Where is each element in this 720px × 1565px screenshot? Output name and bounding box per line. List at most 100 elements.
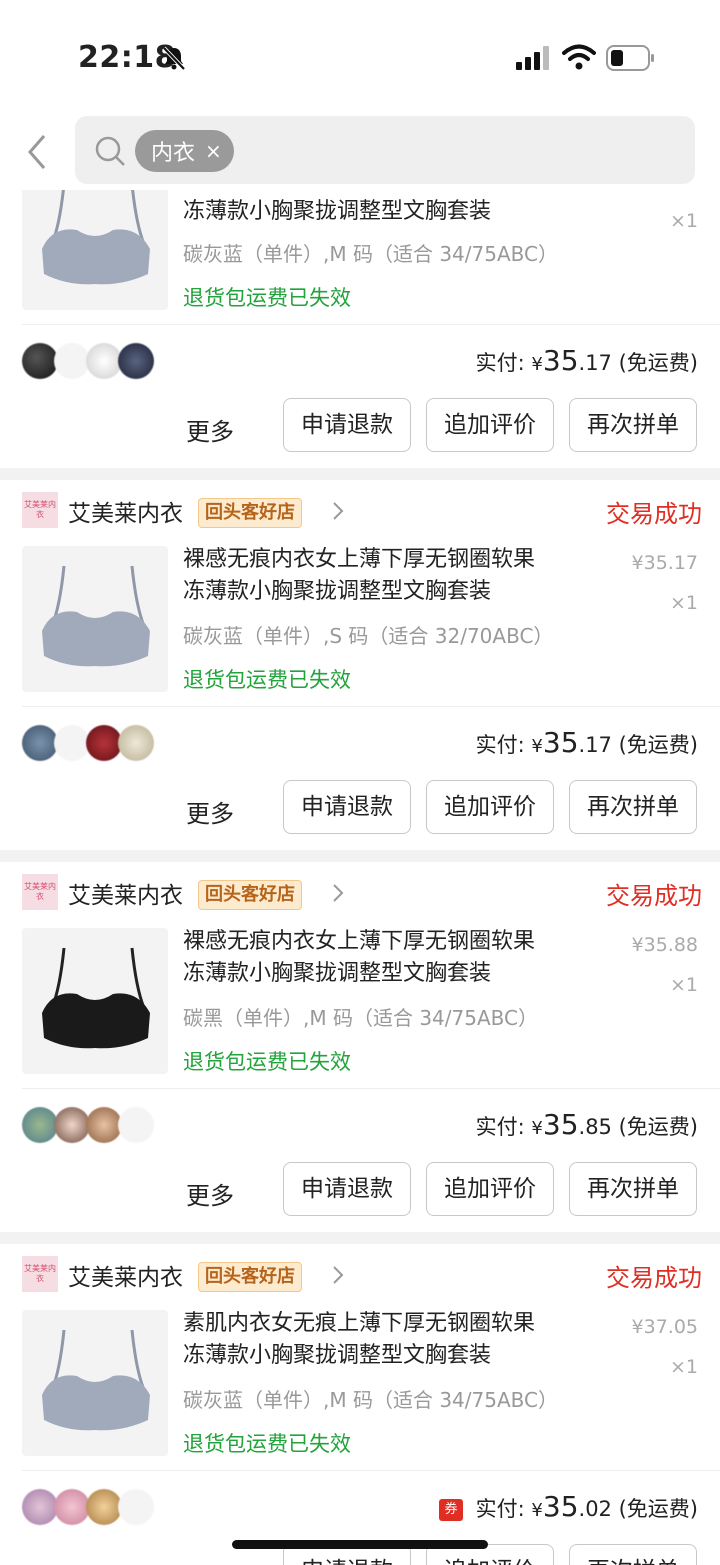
quantity: ×1 <box>669 974 698 996</box>
paid-amount: 券 实付: ¥35.02 (免运费) <box>438 1490 698 1523</box>
paid-label: 实付: <box>475 1497 525 1521</box>
search-icon <box>95 136 125 166</box>
back-arrow-icon[interactable] <box>22 132 52 172</box>
divider-line <box>22 1470 720 1471</box>
avatar <box>22 1107 58 1143</box>
search-input[interactable]: 内衣 × <box>75 116 695 184</box>
unit-price: ¥35.88 <box>631 934 698 956</box>
battery-icon <box>606 45 654 71</box>
product-thumbnail[interactable] <box>22 1310 168 1456</box>
shop-logo: 艾美莱内衣 <box>22 1256 58 1292</box>
avatar <box>86 725 122 761</box>
returning-customer-badge: 回头客好店 <box>198 498 302 528</box>
group-buyer-avatars <box>22 1107 162 1143</box>
bra-image <box>42 947 150 1049</box>
product-title-line1[interactable]: 裸感无痕内衣女上薄下厚无钢圈软果 <box>183 544 593 576</box>
order-card: 艾美莱内衣 艾美莱内衣 回头客好店 交易成功 裸感无痕内衣女上薄下厚无钢圈软果 … <box>0 862 720 1232</box>
avatar <box>54 343 90 379</box>
shop-name[interactable]: 艾美莱内衣 <box>68 494 183 528</box>
coupon-icon: 券 <box>438 1499 463 1521</box>
more-button[interactable]: 更多 <box>186 412 234 447</box>
product-title-line2[interactable]: 冻薄款小胸聚拢调整型文胸套装 <box>183 576 593 608</box>
paid-int: 35 <box>542 344 579 377</box>
avatar <box>86 1489 122 1525</box>
shop-name[interactable]: 艾美莱内衣 <box>68 1258 183 1292</box>
bra-image <box>42 565 150 667</box>
product-sku: 碳灰蓝（单件）,M 码（适合 34/75ABC） <box>183 242 558 266</box>
returning-customer-badge: 回头客好店 <box>198 1262 302 1292</box>
chip-close-icon[interactable]: × <box>205 139 222 163</box>
avatar <box>118 1489 154 1525</box>
avatar <box>54 1489 90 1525</box>
paid-dec: .17 <box>578 351 612 375</box>
unit-price: ¥37.05 <box>631 1316 698 1338</box>
rebuy-button[interactable]: 再次拼单 <box>569 1162 697 1216</box>
more-button[interactable]: 更多 <box>186 1176 234 1211</box>
add-review-button[interactable]: 追加评价 <box>426 1162 554 1216</box>
search-keyword-chip[interactable]: 内衣 × <box>135 130 234 172</box>
product-sku: 碳黑（单件）,M 码（适合 34/75ABC） <box>183 1006 538 1030</box>
rebuy-button[interactable]: 再次拼单 <box>569 398 697 452</box>
chevron-right-icon <box>333 884 344 902</box>
group-buyer-avatars <box>22 725 162 761</box>
product-thumbnail[interactable] <box>22 928 168 1074</box>
chevron-right-icon <box>333 502 344 520</box>
shipping-note: (免运费) <box>618 1115 698 1139</box>
shop-logo: 艾美莱内衣 <box>22 492 58 528</box>
paid-dec: .02 <box>578 1497 612 1521</box>
shop-header[interactable]: 艾美莱内衣 艾美莱内衣 回头客好店 交易成功 <box>22 480 702 536</box>
shop-header[interactable]: 艾美莱内衣 艾美莱内衣 回头客好店 交易成功 <box>22 862 702 918</box>
order-card: 艾美莱内衣 艾美莱内衣 回头客好店 交易成功 素肌内衣女无痕上薄下厚无钢圈软果 … <box>0 1244 720 1565</box>
section-divider <box>0 850 720 862</box>
avatar <box>22 725 58 761</box>
product-title-line1[interactable]: 素肌内衣女无痕上薄下厚无钢圈软果 <box>183 1308 593 1340</box>
avatar <box>54 1107 90 1143</box>
paid-int: 35 <box>542 1108 579 1141</box>
paid-int: 35 <box>542 726 579 759</box>
cellular-signal-icon <box>516 46 549 70</box>
request-refund-button[interactable]: 申请退款 <box>283 398 411 452</box>
order-list[interactable]: 冻薄款小胸聚拢调整型文胸套装 ×1 碳灰蓝（单件）,M 码（适合 34/75AB… <box>0 190 720 1565</box>
product-title-line2[interactable]: 冻薄款小胸聚拢调整型文胸套装 <box>183 958 593 990</box>
bra-image <box>42 190 150 285</box>
product-title[interactable]: 冻薄款小胸聚拢调整型文胸套装 <box>183 196 593 228</box>
request-refund-button[interactable]: 申请退款 <box>283 1162 411 1216</box>
more-button[interactable]: 更多 <box>186 794 234 829</box>
product-thumbnail[interactable] <box>22 190 168 310</box>
shipping-note: (免运费) <box>618 1497 698 1521</box>
paid-int: 35 <box>542 1490 579 1523</box>
divider-line <box>22 324 720 325</box>
request-refund-button[interactable]: 申请退款 <box>283 780 411 834</box>
currency: ¥ <box>531 1118 543 1139</box>
wifi-icon <box>562 44 596 70</box>
quantity: ×1 <box>669 592 698 614</box>
quantity: ×1 <box>669 210 698 232</box>
avatar <box>118 1107 154 1143</box>
shop-header[interactable]: 艾美莱内衣 艾美莱内衣 回头客好店 交易成功 <box>22 1244 702 1300</box>
rebuy-button[interactable]: 再次拼单 <box>569 1544 697 1565</box>
product-title-line2[interactable]: 冻薄款小胸聚拢调整型文胸套装 <box>183 1340 593 1372</box>
avatar <box>86 343 122 379</box>
product-title-line1[interactable]: 裸感无痕内衣女上薄下厚无钢圈软果 <box>183 926 593 958</box>
avatar <box>22 1489 58 1525</box>
group-buyer-avatars <box>22 343 162 379</box>
avatar <box>118 725 154 761</box>
more-button[interactable]: 更多 <box>186 1558 234 1565</box>
add-review-button[interactable]: 追加评价 <box>426 780 554 834</box>
unit-price: ¥35.17 <box>631 552 698 574</box>
refund-shipping-note: 退货包运费已失效 <box>183 668 351 692</box>
add-review-button[interactable]: 追加评价 <box>426 398 554 452</box>
home-indicator[interactable] <box>232 1540 488 1549</box>
shop-logo: 艾美莱内衣 <box>22 874 58 910</box>
product-thumbnail[interactable] <box>22 546 168 692</box>
shipping-note: (免运费) <box>618 733 698 757</box>
search-header: 内衣 × <box>0 110 720 190</box>
rebuy-button[interactable]: 再次拼单 <box>569 780 697 834</box>
avatar <box>54 725 90 761</box>
returning-customer-badge: 回头客好店 <box>198 880 302 910</box>
section-divider <box>0 1232 720 1244</box>
status-bar: 22:18 <box>0 0 720 110</box>
order-card: 艾美莱内衣 艾美莱内衣 回头客好店 交易成功 裸感无痕内衣女上薄下厚无钢圈软果 … <box>0 480 720 850</box>
shop-name[interactable]: 艾美莱内衣 <box>68 876 183 910</box>
group-buyer-avatars <box>22 1489 162 1525</box>
